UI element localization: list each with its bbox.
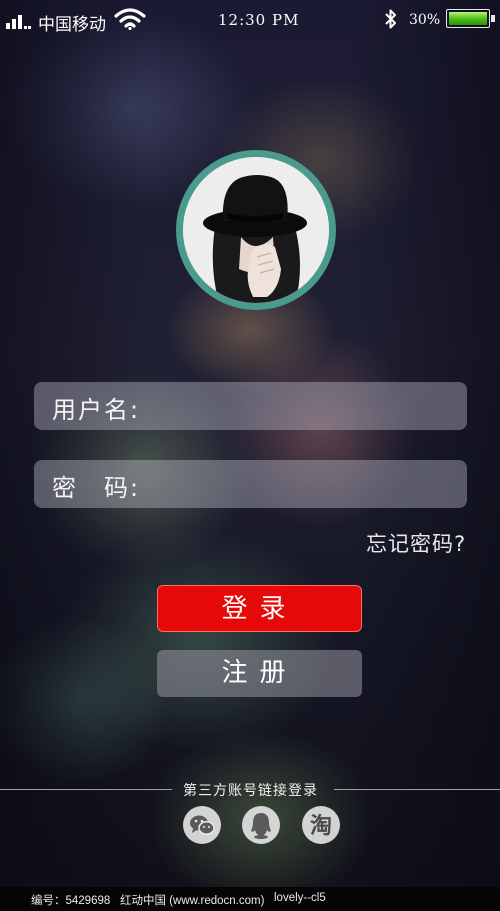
register-button[interactable]: 注册 — [157, 650, 362, 697]
login-button[interactable]: 登录 — [157, 585, 362, 632]
third-party-divider: 第三方账号链接登录 — [0, 780, 500, 799]
third-party-title: 第三方账号链接登录 — [183, 783, 318, 799]
qq-login-button[interactable] — [242, 806, 280, 844]
clock: 12:30 PM — [218, 11, 300, 29]
forgot-password-link[interactable]: 忘记密码? — [366, 528, 466, 558]
wechat-icon — [190, 815, 215, 835]
carrier-name: 中国移动 — [38, 15, 106, 35]
battery-icon — [446, 9, 495, 28]
password-label: 密 码: — [52, 474, 141, 502]
signal-strength-icon — [6, 11, 31, 29]
taobao-icon: 淘 — [310, 813, 332, 839]
password-input[interactable] — [184, 466, 458, 504]
username-field[interactable]: 用户名: — [34, 382, 467, 430]
watermark-footer: 编号：5429698 红动中国 (www.redocn.com) lovely-… — [0, 887, 500, 911]
username-input[interactable] — [184, 388, 458, 426]
watermark-site: 红动中国 (www.redocn.com) — [120, 895, 265, 907]
qq-icon — [251, 813, 271, 839]
watermark-id: 编号：5429698 — [31, 895, 111, 907]
status-bar: 中国移动 12:30 PM 30% — [0, 0, 500, 38]
user-avatar — [176, 150, 336, 310]
watermark-author: lovely--cl5 — [274, 892, 326, 904]
wechat-login-button[interactable] — [183, 806, 221, 844]
taobao-login-button[interactable]: 淘 — [302, 806, 340, 844]
avatar-portrait-image — [183, 157, 329, 303]
divider-line-left — [0, 789, 172, 790]
username-label: 用户名: — [52, 396, 141, 424]
blurred-background — [0, 0, 500, 887]
wifi-icon — [114, 8, 146, 30]
divider-line-right — [334, 789, 500, 790]
password-field[interactable]: 密 码: — [34, 460, 467, 508]
bluetooth-icon — [385, 9, 396, 29]
taobao-glyph: 淘 — [310, 813, 332, 839]
battery-percent: 30% — [409, 12, 441, 28]
